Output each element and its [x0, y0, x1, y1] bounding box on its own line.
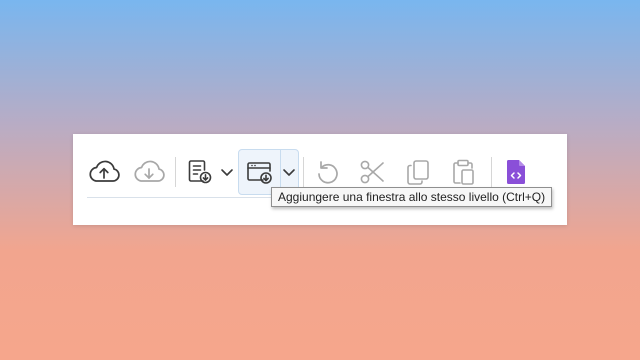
undo-button[interactable]	[311, 152, 345, 192]
download-cloud-button[interactable]	[130, 152, 168, 192]
clipboard-icon	[449, 157, 477, 187]
chevron-down-icon	[220, 167, 234, 177]
chevron-down-icon	[282, 167, 296, 177]
cut-button[interactable]	[355, 152, 389, 192]
import-document-dropdown[interactable]	[219, 152, 235, 192]
import-document-button[interactable]	[183, 152, 215, 192]
copy-icon	[404, 157, 432, 187]
copy-button[interactable]	[401, 152, 435, 192]
toolbar-panel	[73, 134, 567, 225]
tooltip: Aggiungere una finestra allo stesso live…	[271, 187, 553, 207]
add-window-dropdown[interactable]	[281, 152, 297, 192]
toolbar-separator	[303, 157, 304, 187]
undo-icon	[314, 158, 342, 186]
scissors-icon	[357, 157, 387, 187]
code-file-button[interactable]	[499, 152, 533, 192]
add-window-button[interactable]	[241, 152, 277, 192]
cloud-download-icon	[132, 159, 166, 185]
toolbar-separator	[175, 157, 176, 187]
upload-cloud-button[interactable]	[85, 152, 123, 192]
window-add-icon	[243, 157, 275, 187]
toolbar-separator	[491, 157, 492, 187]
paste-button[interactable]	[446, 152, 480, 192]
document-import-icon	[184, 157, 214, 187]
code-file-icon	[503, 157, 529, 187]
cloud-upload-icon	[87, 159, 121, 185]
